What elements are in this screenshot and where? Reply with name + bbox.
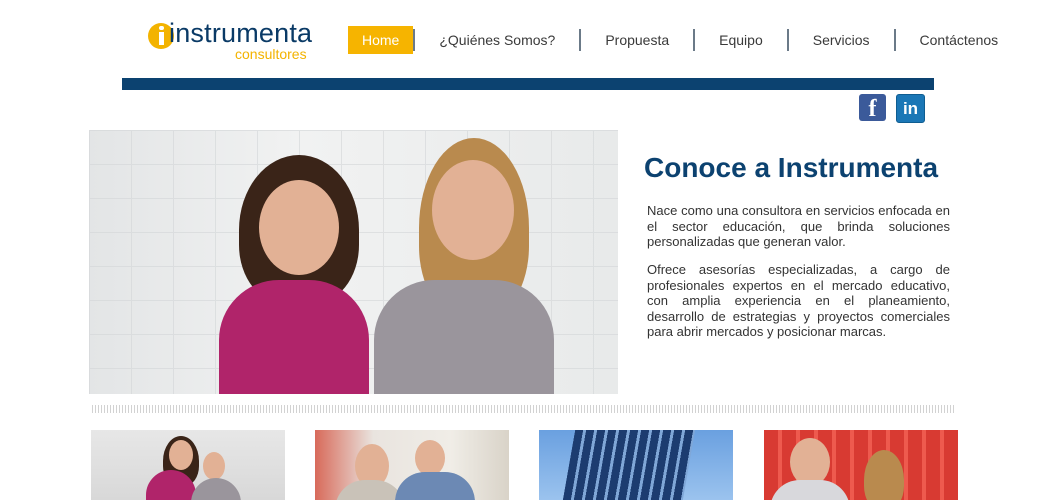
thumbnail-2[interactable] <box>315 430 509 500</box>
hero-photo <box>89 130 618 394</box>
facebook-icon[interactable]: f <box>859 94 886 122</box>
person-face <box>432 160 514 260</box>
person-face <box>259 180 339 275</box>
logo-wordmark: instrumenta <box>169 18 313 48</box>
thumbnail-1[interactable] <box>91 430 285 500</box>
hero-paragraph-2: Ofrece asesorías especializadas, a cargo… <box>647 262 950 339</box>
person-face <box>203 452 225 480</box>
person-face <box>169 440 193 470</box>
person-hair <box>864 450 904 500</box>
header-bar <box>122 78 934 90</box>
nav-servicios[interactable]: Servicios <box>789 26 894 54</box>
logo-tagline: consultores <box>235 46 307 62</box>
nav-propuesta[interactable]: Propuesta <box>581 26 693 54</box>
person-body <box>191 478 241 500</box>
person-body <box>219 280 369 394</box>
nav-equipo[interactable]: Equipo <box>695 26 787 54</box>
person-body <box>770 480 850 500</box>
brand-logo[interactable]: instrumenta consultores <box>148 18 318 64</box>
nav-home[interactable]: Home <box>348 26 414 54</box>
hero-title: Conoce a Instrumenta <box>644 152 939 183</box>
nav-quienes-somos[interactable]: ¿Quiénes Somos? <box>415 26 579 54</box>
person-body <box>395 472 475 500</box>
nav-contactenos[interactable]: Contáctenos <box>896 26 1023 54</box>
linkedin-icon[interactable]: in <box>896 94 925 123</box>
main-nav: Home ¿Quiénes Somos? Propuesta Equipo Se… <box>348 26 1022 54</box>
person-body <box>374 280 554 394</box>
building-image <box>562 430 696 500</box>
person-face <box>415 440 445 476</box>
thumbnail-3[interactable] <box>539 430 733 500</box>
section-divider <box>92 405 954 413</box>
thumbnail-4[interactable] <box>764 430 958 500</box>
hero-paragraph-1: Nace como una consultora en servicios en… <box>647 203 950 249</box>
person-face <box>790 438 830 486</box>
